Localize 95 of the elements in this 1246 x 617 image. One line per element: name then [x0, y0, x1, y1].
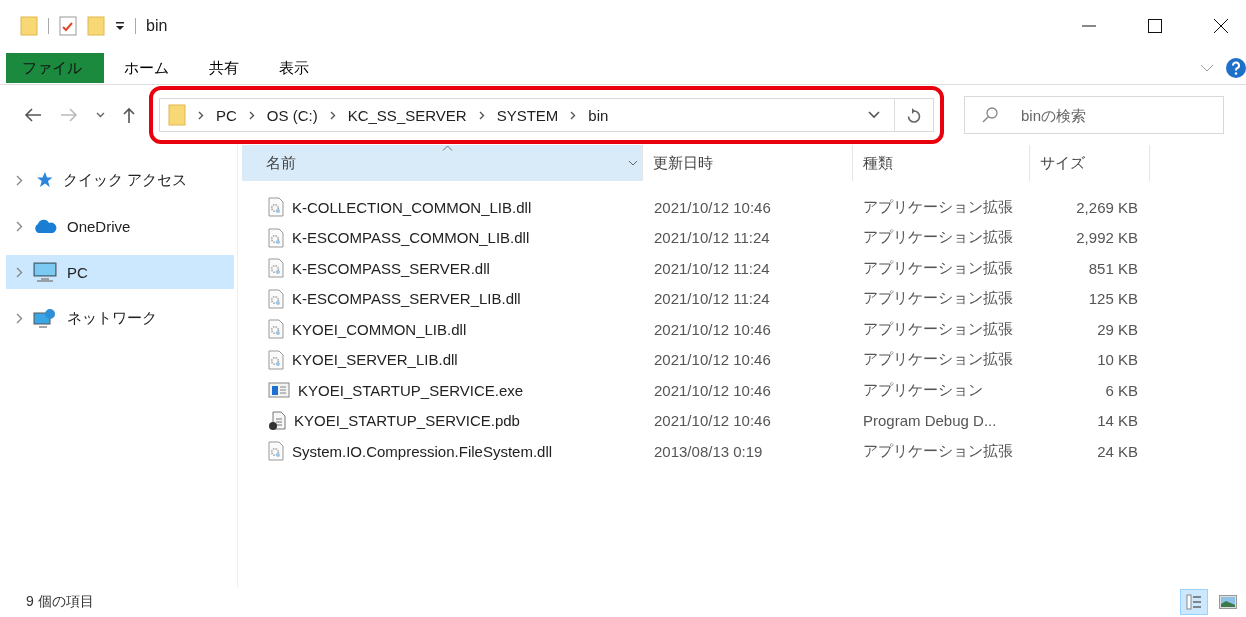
file-name[interactable]: K-COLLECTION_COMMON_LIB.dll	[292, 198, 532, 216]
table-cell-text: アプリケーション	[862, 380, 984, 400]
gear-file-icon	[268, 258, 284, 279]
maximize-icon[interactable]	[1148, 19, 1162, 33]
table-cell-text: 851 KB	[1087, 259, 1139, 277]
table-cell-text: 2021/10/12 10:46	[653, 198, 772, 216]
table-cell-text: 2021/10/12 11:24	[653, 259, 771, 277]
monitor-icon	[33, 262, 57, 282]
item-count: 9 個の項目	[26, 593, 94, 611]
table-cell-text: 6 KB	[1104, 381, 1139, 399]
breadcrumb[interactable]: OS (C:)	[266, 106, 318, 124]
sidebar-item[interactable]: クイック アクセス	[6, 163, 234, 197]
folder-icon	[168, 104, 186, 126]
chevron-right-icon[interactable]	[16, 220, 23, 232]
table-cell-text: 2021/10/12 11:24	[653, 229, 771, 247]
column-header[interactable]: サイズ	[1030, 145, 1150, 181]
table-cell-text: Program Debug D...	[862, 412, 998, 430]
image-view-icon	[1219, 595, 1237, 609]
file-name[interactable]: KYOEI_SERVER_LIB.dll	[292, 351, 458, 369]
chevron-right-icon[interactable]	[248, 110, 255, 120]
gear-file-icon	[268, 441, 284, 462]
gear-file-icon	[268, 197, 284, 218]
chevron-down-icon[interactable]	[868, 111, 880, 119]
search-icon	[982, 107, 998, 123]
column-label: 名前	[266, 153, 296, 173]
file-name[interactable]: K-ESCOMPASS_COMMON_LIB.dll	[292, 229, 530, 247]
table-cell-text: 2021/10/12 10:46	[653, 412, 772, 430]
table-cell-text: 2021/10/12 10:46	[653, 381, 772, 399]
table-cell-text: アプリケーション拡張	[862, 258, 1014, 278]
details-view-icon	[1186, 594, 1202, 610]
dropdown-icon[interactable]	[115, 21, 125, 31]
gear-file-icon	[268, 349, 284, 370]
chevron-right-icon[interactable]	[198, 110, 204, 120]
chevron-right-icon[interactable]	[329, 110, 336, 120]
window-title: bin	[146, 17, 168, 35]
cloud-icon	[33, 219, 57, 233]
breadcrumb[interactable]: bin	[588, 106, 609, 124]
sort-caret-icon	[442, 145, 453, 151]
column-header[interactable]: 種類	[853, 145, 1030, 181]
sidebar-item[interactable]: PC	[6, 255, 234, 289]
breadcrumb[interactable]: KC_SS_SERVER	[347, 106, 467, 124]
table-cell-text: 2021/10/12 10:46	[653, 320, 772, 338]
table-cell-text: 24 KB	[1096, 442, 1139, 460]
table-cell-text: アプリケーション拡張	[862, 228, 1014, 248]
address-bar[interactable]: PC OS (C:) KC_SS_SERVER SYSTEM bin	[159, 98, 934, 132]
gear-file-icon	[268, 288, 284, 309]
chevron-right-icon[interactable]	[478, 110, 485, 120]
chevron-down-icon[interactable]	[628, 160, 638, 166]
table-cell-text: 2,269 KB	[1075, 198, 1139, 216]
sidebar-item[interactable]: ネットワーク	[6, 301, 234, 335]
refresh-icon[interactable]	[907, 107, 921, 123]
document-icon	[268, 410, 286, 431]
file-name[interactable]: K-ESCOMPASS_SERVER.dll	[292, 259, 490, 277]
file-name[interactable]: KYOEI_STARTUP_SERVICE.exe	[298, 381, 524, 399]
chevron-right-icon[interactable]	[16, 174, 23, 186]
table-cell-text: アプリケーション拡張	[862, 319, 1014, 339]
table-cell-text: アプリケーション拡張	[862, 289, 1014, 309]
column-header[interactable]: 更新日時	[643, 145, 853, 181]
column-label: サイズ	[1040, 153, 1085, 173]
sidebar-item[interactable]: OneDrive	[6, 209, 234, 243]
table-cell-text: 125 KB	[1087, 290, 1139, 308]
table-cell-text: 29 KB	[1096, 320, 1139, 338]
table-cell-text: アプリケーション拡張	[862, 350, 1014, 370]
gear-file-icon	[268, 227, 284, 248]
table-cell-text: 2021/10/12 11:24	[653, 290, 771, 308]
table-cell-text: 2013/08/13 0:19	[653, 442, 764, 460]
chevron-right-icon[interactable]	[16, 312, 23, 324]
breadcrumb[interactable]: PC	[216, 106, 237, 124]
file-name[interactable]: KYOEI_COMMON_LIB.dll	[292, 320, 467, 338]
chevron-right-icon[interactable]	[570, 110, 577, 120]
table-cell-text: アプリケーション拡張	[862, 197, 1014, 217]
search-field[interactable]: binの検索	[964, 96, 1224, 134]
table-cell-text: アプリケーション拡張	[862, 441, 1014, 461]
table-cell-text: 14 KB	[1096, 412, 1139, 430]
breadcrumb[interactable]: SYSTEM	[496, 106, 559, 124]
column-label: 更新日時	[653, 153, 713, 173]
gear-file-icon	[268, 319, 284, 340]
close-icon[interactable]	[1214, 19, 1228, 33]
view-button[interactable]	[1180, 589, 1208, 615]
help-icon[interactable]	[1226, 58, 1246, 78]
table-cell-text: 2,992 KB	[1075, 229, 1139, 247]
file-name[interactable]: KYOEI_STARTUP_SERVICE.pdb	[294, 412, 520, 430]
column-label: 種類	[863, 153, 893, 173]
properties-icon[interactable]	[59, 16, 77, 36]
column-header[interactable]: 名前	[242, 145, 643, 181]
back-arrow-icon[interactable]	[24, 108, 42, 122]
file-name[interactable]: System.IO.Compression.FileSystem.dll	[292, 442, 553, 460]
ribbon-tab[interactable]: ファイル	[6, 53, 104, 83]
table-cell-text: 10 KB	[1096, 351, 1139, 369]
network-icon	[33, 308, 57, 328]
table-cell-text: 2021/10/12 10:46	[653, 351, 772, 369]
file-name[interactable]: K-ESCOMPASS_SERVER_LIB.dll	[292, 290, 521, 308]
up-arrow-icon[interactable]	[123, 107, 135, 123]
chevron-down-icon[interactable]	[96, 112, 105, 118]
window-app-icon	[268, 382, 290, 399]
